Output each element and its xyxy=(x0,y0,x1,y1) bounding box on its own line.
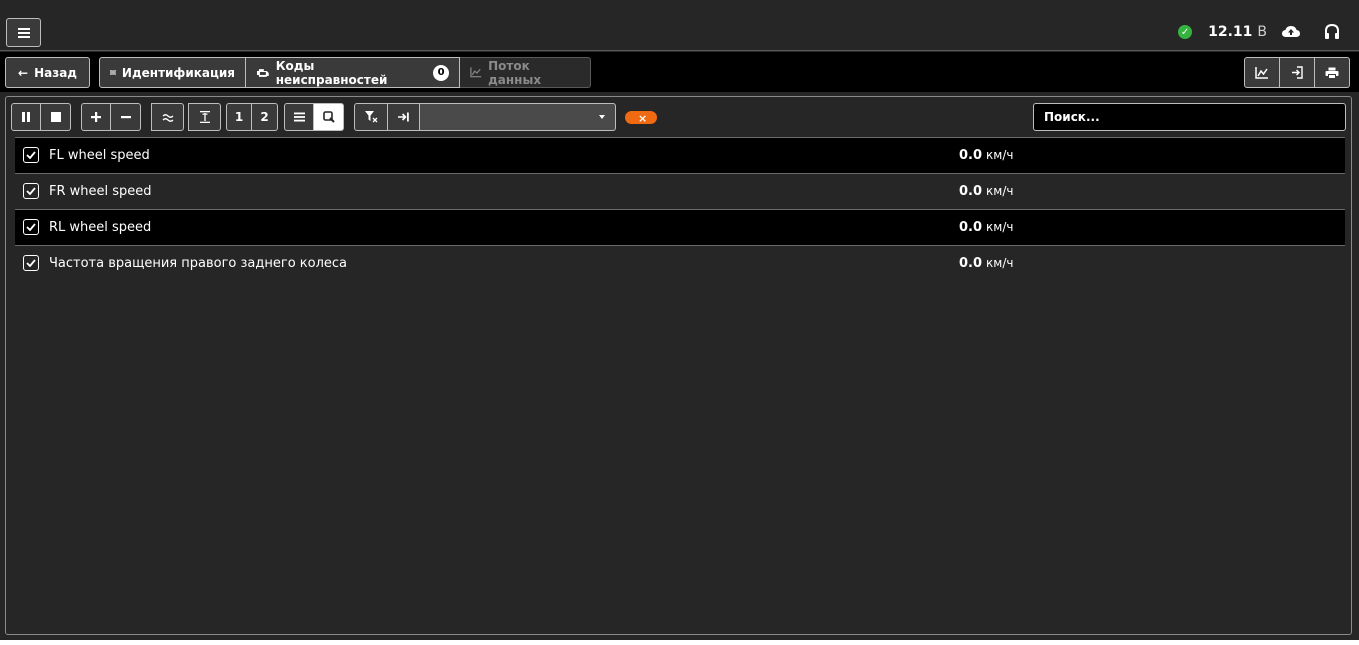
fault-count-badge: 0 xyxy=(433,64,449,81)
stop-icon xyxy=(50,112,61,122)
engine-icon xyxy=(256,68,269,77)
row-checkbox[interactable] xyxy=(23,147,39,163)
parameter-name: FL wheel speed xyxy=(49,148,150,163)
parameter-value: 0.0 км/ч xyxy=(959,184,1014,199)
add-button[interactable] xyxy=(81,103,111,131)
filter-group xyxy=(354,103,420,131)
tab-identification-label: Идентификация xyxy=(121,65,235,80)
chart-icon xyxy=(1255,66,1268,79)
back-label: Назад xyxy=(34,65,77,80)
pause-button[interactable] xyxy=(11,103,41,131)
chevron-down-icon xyxy=(599,115,605,119)
list-item[interactable]: RL wheel speed 0.0 км/ч xyxy=(15,209,1345,245)
stop-button[interactable] xyxy=(41,103,71,131)
refresh-view-button[interactable] xyxy=(314,103,344,131)
back-button[interactable]: ← Назад xyxy=(5,57,90,88)
checkmark-icon xyxy=(26,259,36,267)
clear-filter-button[interactable] xyxy=(354,103,388,131)
export-icon xyxy=(1291,66,1303,79)
remove-button[interactable] xyxy=(111,103,141,131)
arrow-left-icon: ← xyxy=(18,65,29,80)
vertical-scale-button[interactable] xyxy=(188,103,221,131)
row-checkbox[interactable] xyxy=(23,255,39,271)
align-group xyxy=(188,103,221,131)
panel-toolbar: 1 2 × Поиск... xyxy=(6,97,1351,137)
page-2-button[interactable]: 2 xyxy=(252,103,278,131)
data-stream-panel: 1 2 × Поиск... FL wheel speed 0.0 км/ч F… xyxy=(5,96,1352,635)
search-input[interactable] xyxy=(1033,103,1346,131)
close-icon: × xyxy=(638,112,648,125)
list-icon xyxy=(110,70,116,75)
row-checkbox[interactable] xyxy=(23,183,39,199)
connection-ok-icon: ✓ xyxy=(1178,25,1193,39)
parameter-value: 0.0 км/ч xyxy=(959,220,1014,235)
parameter-value: 0.0 км/ч xyxy=(959,148,1014,163)
tab-identification[interactable]: Идентификация xyxy=(99,57,246,88)
parameter-list: FL wheel speed 0.0 км/ч FR wheel speed 0.… xyxy=(15,137,1345,281)
list-item[interactable]: FR wheel speed 0.0 км/ч xyxy=(15,173,1345,209)
parameter-value: 0.0 км/ч xyxy=(959,256,1014,271)
zoom-group xyxy=(81,103,141,131)
pause-icon xyxy=(22,112,30,122)
parameter-name: FR wheel speed xyxy=(49,184,152,199)
jump-to-end-button[interactable] xyxy=(388,103,420,131)
arrow-to-end-icon xyxy=(397,112,409,122)
tab-fault-codes[interactable]: Коды неисправностей 0 xyxy=(246,57,460,88)
action-group xyxy=(1244,57,1350,88)
filter-select[interactable] xyxy=(420,103,616,131)
status-area: ✓ 12.11 В xyxy=(1178,21,1341,43)
plus-icon xyxy=(91,112,101,122)
checkmark-icon xyxy=(26,223,36,231)
hamburger-icon xyxy=(17,27,30,38)
print-icon xyxy=(1325,67,1339,79)
bars-icon xyxy=(293,112,305,122)
voltage-unit: В xyxy=(1257,24,1267,40)
tab-fault-codes-label: Коды неисправностей xyxy=(275,58,388,87)
text-height-icon xyxy=(199,111,210,123)
voltage-value: 12.11 xyxy=(1208,24,1253,40)
tab-data-stream-label: Поток данных xyxy=(488,58,542,87)
menu-button[interactable] xyxy=(6,18,41,47)
print-button[interactable] xyxy=(1315,57,1350,88)
tab-group: Идентификация Коды неисправностей 0 Пото… xyxy=(99,57,591,88)
list-item[interactable]: Частота вращения правого заднего колеса … xyxy=(15,245,1345,281)
export-button[interactable] xyxy=(1280,57,1315,88)
wave-icon xyxy=(162,113,173,122)
headset-icon[interactable] xyxy=(1323,23,1341,41)
smooth-button[interactable] xyxy=(151,103,184,131)
chart-line-icon xyxy=(470,67,482,78)
list-view-button[interactable] xyxy=(284,103,314,131)
list-item[interactable]: FL wheel speed 0.0 км/ч xyxy=(15,137,1345,173)
checkmark-icon xyxy=(26,151,36,159)
cloud-upload-icon[interactable] xyxy=(1281,24,1301,40)
minus-icon xyxy=(120,116,131,119)
checkmark-icon xyxy=(26,187,36,195)
playback-group xyxy=(11,103,71,131)
smooth-group xyxy=(151,103,184,131)
app-window: ✓ 12.11 В ← Назад Идентификация Коды неи… xyxy=(0,0,1359,640)
clear-toggle[interactable]: × xyxy=(625,111,657,124)
refresh-search-icon xyxy=(322,111,335,123)
view-group xyxy=(284,103,344,131)
parameter-name: Частота вращения правого заднего колеса xyxy=(49,256,348,271)
page-group: 1 2 xyxy=(226,103,278,131)
parameter-name: RL wheel speed xyxy=(49,220,152,235)
tab-data-stream[interactable]: Поток данных xyxy=(460,57,591,88)
row-checkbox[interactable] xyxy=(23,219,39,235)
chart-button[interactable] xyxy=(1244,57,1280,88)
nav-bar: ← Назад Идентификация Коды неисправносте… xyxy=(0,52,1359,92)
page-1-button[interactable]: 1 xyxy=(226,103,252,131)
filter-x-icon xyxy=(364,111,377,123)
top-bar: ✓ 12.11 В xyxy=(0,0,1359,51)
